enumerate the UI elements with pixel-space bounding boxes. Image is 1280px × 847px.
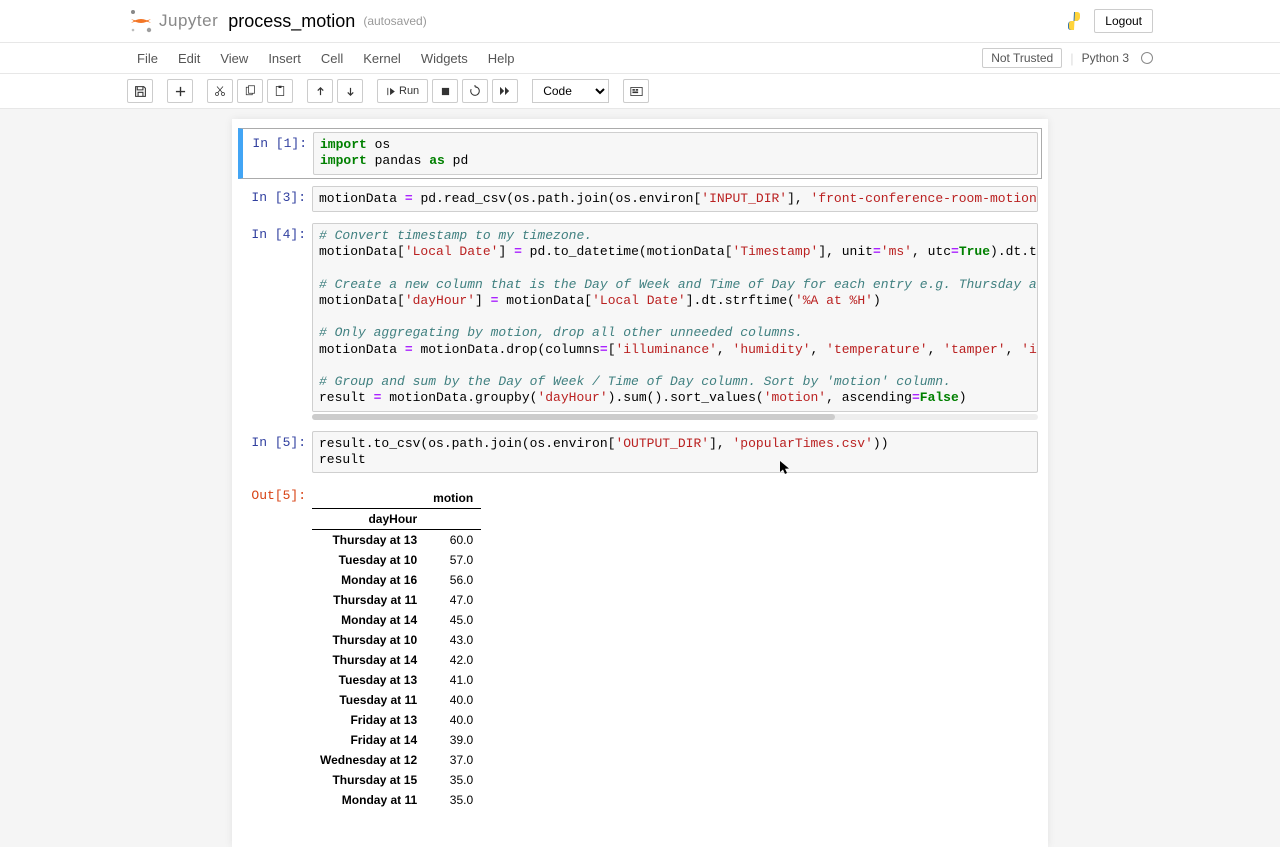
table-row: Friday at 1439.0 [312, 730, 481, 750]
trust-button[interactable]: Not Trusted [982, 48, 1062, 68]
cell-prompt: In [1]: [243, 132, 313, 175]
run-button-label: Run [399, 85, 419, 97]
cut-button[interactable] [207, 79, 233, 103]
menubar: File Edit View Insert Cell Kernel Widget… [0, 43, 1280, 74]
copy-button[interactable] [237, 79, 263, 103]
menu-file[interactable]: File [127, 51, 168, 66]
code-cell-3[interactable]: In [3]: motionData = pd.read_csv(os.path… [238, 182, 1042, 216]
code-input[interactable]: # Convert timestamp to my timezone. moti… [312, 223, 1038, 412]
table-row: Tuesday at 1341.0 [312, 670, 481, 690]
code-input[interactable]: import os import pandas as pd [313, 132, 1038, 175]
kernel-name[interactable]: Python 3 [1082, 51, 1129, 65]
code-cell-1[interactable]: In [1]: import os import pandas as pd [238, 128, 1042, 179]
menu-cell[interactable]: Cell [311, 51, 353, 66]
python-kernel-icon [1062, 9, 1086, 33]
table-row: Thursday at 1535.0 [312, 770, 481, 790]
output-prompt: Out[5]: [242, 484, 312, 810]
toolbar: Run Code [0, 74, 1280, 109]
paste-button[interactable] [267, 79, 293, 103]
move-down-button[interactable] [337, 79, 363, 103]
move-up-button[interactable] [307, 79, 333, 103]
logout-button[interactable]: Logout [1094, 9, 1153, 33]
table-row: Thursday at 1360.0 [312, 530, 481, 551]
table-row: Monday at 1135.0 [312, 790, 481, 810]
autosave-status: (autosaved) [363, 14, 426, 28]
code-input[interactable]: result.to_csv(os.path.join(os.environ['O… [312, 431, 1038, 474]
output-cell-5: Out[5]: motion dayHour Thursday at 1360.… [238, 480, 1042, 814]
dataframe-output: motion dayHour Thursday at 1360.0Tuesday… [312, 488, 481, 810]
command-palette-button[interactable] [623, 79, 649, 103]
col-motion: motion [425, 488, 481, 509]
interrupt-button[interactable] [432, 79, 458, 103]
kernel-indicator-icon [1141, 52, 1153, 64]
jupyter-logo[interactable]: Jupyter [127, 7, 218, 35]
table-row: Monday at 1656.0 [312, 570, 481, 590]
table-row: Wednesday at 1237.0 [312, 750, 481, 770]
code-input[interactable]: motionData = pd.read_csv(os.path.join(os… [312, 186, 1038, 212]
run-button[interactable]: Run [377, 79, 428, 103]
index-name: dayHour [312, 509, 425, 530]
table-row: Thursday at 1147.0 [312, 590, 481, 610]
cell-prompt: In [4]: [242, 223, 312, 420]
menu-insert[interactable]: Insert [258, 51, 311, 66]
notebook-header: Jupyter process_motion (autosaved) Logou… [0, 0, 1280, 43]
menu-view[interactable]: View [210, 51, 258, 66]
jupyter-swirl-icon [127, 7, 155, 35]
horizontal-scrollbar[interactable] [312, 414, 1038, 420]
code-cell-5[interactable]: In [5]: result.to_csv(os.path.join(os.en… [238, 427, 1042, 478]
cell-prompt: In [5]: [242, 431, 312, 474]
table-row: Friday at 1340.0 [312, 710, 481, 730]
code-cell-4[interactable]: In [4]: # Convert timestamp to my timezo… [238, 219, 1042, 424]
notebook-name[interactable]: process_motion [228, 11, 355, 32]
jupyter-brand-text: Jupyter [159, 11, 218, 31]
cell-prompt: In [3]: [242, 186, 312, 212]
menu-edit[interactable]: Edit [168, 51, 210, 66]
table-row: Tuesday at 1140.0 [312, 690, 481, 710]
menu-widgets[interactable]: Widgets [411, 51, 478, 66]
save-button[interactable] [127, 79, 153, 103]
table-row: Monday at 1445.0 [312, 610, 481, 630]
menu-help[interactable]: Help [478, 51, 525, 66]
insert-cell-button[interactable] [167, 79, 193, 103]
notebook-container: In [1]: import os import pandas as pd In… [0, 109, 1280, 847]
table-row: Tuesday at 1057.0 [312, 550, 481, 570]
restart-run-all-button[interactable] [492, 79, 518, 103]
table-row: Thursday at 1442.0 [312, 650, 481, 670]
restart-button[interactable] [462, 79, 488, 103]
cell-type-select[interactable]: Code [532, 79, 609, 103]
table-row: Thursday at 1043.0 [312, 630, 481, 650]
menu-kernel[interactable]: Kernel [353, 51, 411, 66]
